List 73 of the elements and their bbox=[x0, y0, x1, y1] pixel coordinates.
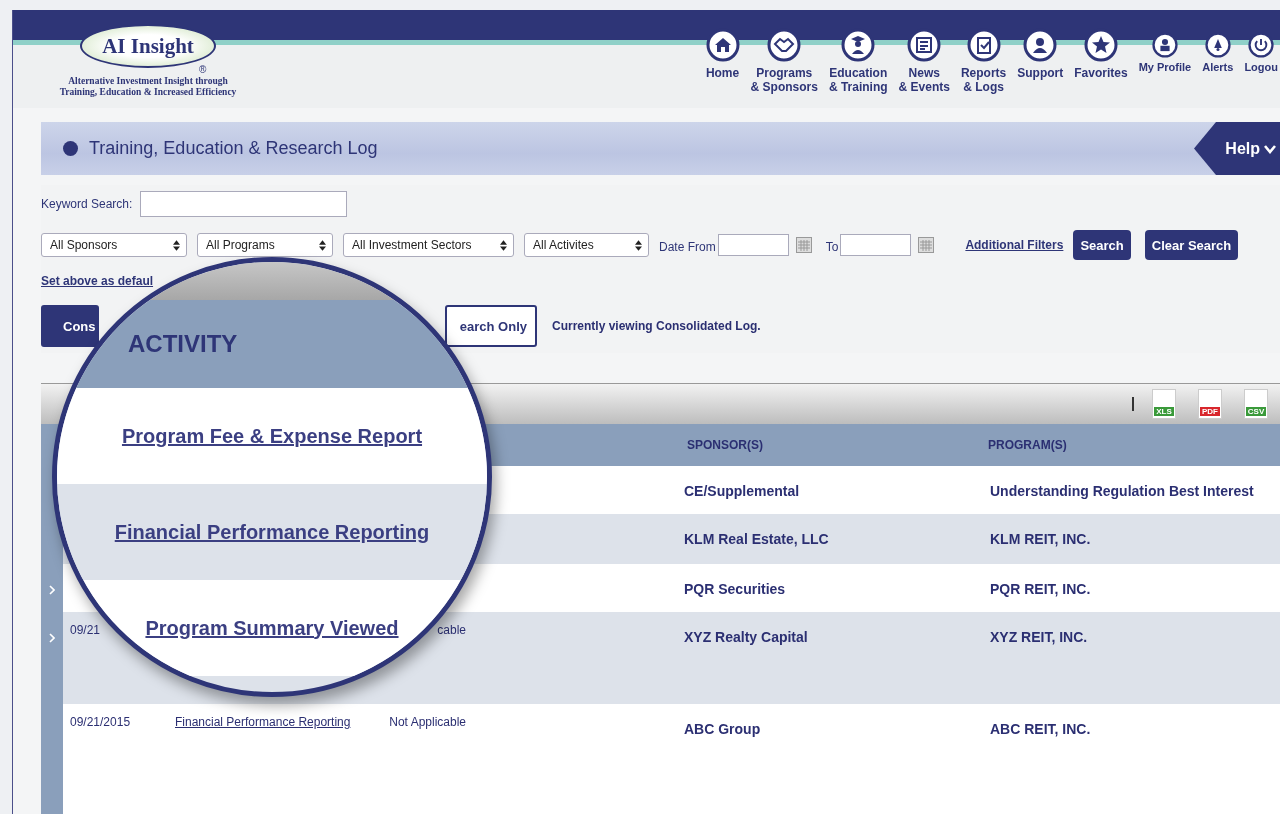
nav-link[interactable]: Education & Training bbox=[828, 28, 888, 94]
chevron-down-icon bbox=[1264, 143, 1276, 154]
help-button[interactable]: Help bbox=[1194, 122, 1280, 175]
nav-link[interactable]: Support bbox=[1017, 28, 1064, 80]
home-icon bbox=[705, 28, 740, 62]
chevron-right-icon[interactable] bbox=[49, 585, 55, 595]
power-icon bbox=[1248, 32, 1275, 58]
table-cell: Understanding Regulation Best Interest bbox=[990, 483, 1254, 499]
date-input[interactable] bbox=[840, 234, 912, 256]
export-file-button[interactable]: PDF bbox=[1198, 389, 1222, 419]
nav-link[interactable]: News & Events bbox=[898, 28, 950, 94]
table-cell: KLM REIT, INC. bbox=[990, 531, 1091, 547]
page-title: Training, Education & Research Log bbox=[89, 138, 378, 159]
nav-link[interactable]: My Profile bbox=[1138, 28, 1192, 74]
graduate-icon bbox=[841, 28, 876, 62]
filter-dropdown[interactable]: All Programs bbox=[197, 233, 333, 257]
nav-link[interactable]: Programs & Sponsors bbox=[750, 28, 818, 94]
updown-arrows-icon bbox=[635, 239, 642, 251]
activity-link[interactable]: Financial Performance Reporting bbox=[114, 520, 430, 544]
nav-link[interactable]: Alerts bbox=[1202, 28, 1234, 74]
additional-filters-link[interactable]: Additional Filters bbox=[965, 238, 1064, 252]
nav-link[interactable]: Favorites bbox=[1074, 28, 1128, 80]
tagline-text: Training, Education & Increased Efficiency bbox=[59, 87, 237, 98]
table-cell: XYZ Realty Capital bbox=[684, 629, 808, 645]
table-cell: PQR Securities bbox=[684, 581, 786, 597]
table-cell: ABC Group bbox=[684, 721, 761, 737]
bullet-icon bbox=[63, 141, 78, 156]
export-file-button[interactable]: CSV bbox=[1244, 389, 1268, 419]
clear-search-button[interactable]: Clear Search bbox=[1144, 230, 1239, 260]
field-label: Date From bbox=[659, 240, 716, 254]
table-cell: PQR REIT, INC. bbox=[990, 581, 1091, 597]
table-cell: XYZ REIT, INC. bbox=[990, 629, 1088, 645]
status-text: Currently viewing Consolidated Log. bbox=[552, 319, 761, 333]
registered-mark: ® bbox=[199, 64, 207, 75]
table-cell: CE/Supplemental bbox=[684, 483, 800, 499]
clipboard-icon bbox=[966, 28, 1001, 62]
set-default-link[interactable]: Set above as defaul bbox=[41, 274, 154, 288]
date-input[interactable] bbox=[717, 234, 789, 256]
table-cell: KLM Real Estate, LLC bbox=[684, 531, 829, 547]
export-file-button[interactable]: XLS bbox=[1152, 389, 1176, 419]
newspaper-icon bbox=[907, 28, 942, 62]
table-cell: 09/21 bbox=[70, 623, 101, 637]
column-header: SPONSOR(S) bbox=[687, 438, 763, 452]
column-header: ACTIVITY bbox=[128, 330, 238, 358]
table-cell: 09/21/2015 bbox=[70, 715, 131, 729]
column-header: PROGRAM(S) bbox=[988, 438, 1067, 452]
calendar-icon[interactable] bbox=[918, 237, 935, 253]
table-cell-text: Not Applicable bbox=[388, 715, 466, 729]
activity-link[interactable]: Financial Performance Reporting bbox=[175, 715, 351, 729]
updown-arrows-icon bbox=[500, 239, 507, 251]
updown-arrows-icon bbox=[319, 239, 326, 251]
view-toggle-button[interactable]: Cons bbox=[41, 305, 99, 347]
view-toggle-button[interactable]: earch Only bbox=[445, 305, 537, 347]
activity-link[interactable]: Program Summary Viewed bbox=[145, 616, 399, 640]
updown-arrows-icon bbox=[173, 239, 180, 251]
logo-text: AI Insight bbox=[102, 33, 194, 59]
activity-link[interactable]: Program Fee & Expense Report bbox=[121, 424, 423, 448]
keyword-input[interactable] bbox=[140, 191, 348, 217]
nav-link[interactable]: Reports & Logs bbox=[960, 28, 1007, 94]
nav-link[interactable]: Logou bbox=[1244, 28, 1278, 74]
search-button[interactable]: Search bbox=[1073, 230, 1131, 260]
filter-dropdown[interactable]: All Investment Sectors bbox=[343, 233, 514, 257]
calendar-icon[interactable] bbox=[795, 237, 812, 253]
chevron-right-icon[interactable] bbox=[49, 633, 55, 643]
nav-link[interactable]: Home bbox=[705, 28, 740, 80]
person-icon bbox=[1151, 32, 1178, 58]
tagline-text: Alternative Investment Insight through bbox=[68, 76, 228, 87]
table-cell: ABC REIT, INC. bbox=[990, 721, 1091, 737]
filter-dropdown[interactable]: All Activites bbox=[524, 233, 649, 257]
field-label: To bbox=[825, 240, 839, 254]
filter-dropdown[interactable]: All Sponsors bbox=[41, 233, 187, 257]
person-icon bbox=[1023, 28, 1058, 62]
field-label: Keyword Search: bbox=[41, 197, 133, 211]
